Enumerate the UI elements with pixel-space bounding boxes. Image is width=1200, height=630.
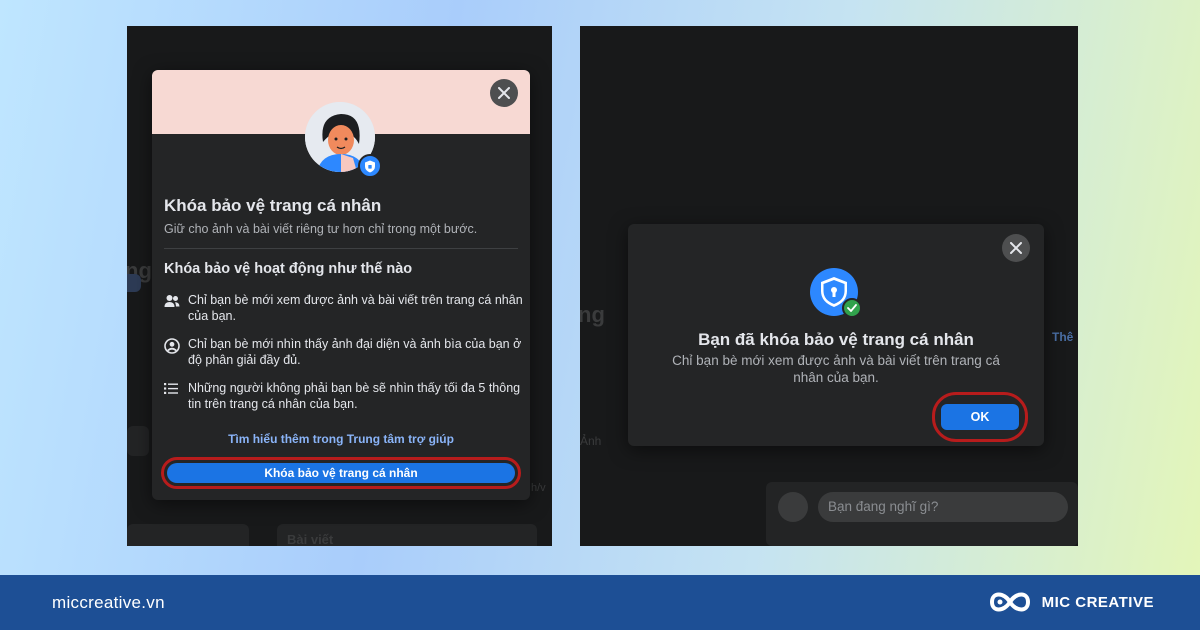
footer-bar: miccreative.vn MIC CREATIVE bbox=[0, 575, 1200, 630]
bg-side-card bbox=[127, 524, 249, 546]
feature-item: Những người không phải bạn bè sẽ nhìn th… bbox=[164, 380, 524, 412]
profile-lock-dialog: Khóa bảo vệ trang cá nhân Giữ cho ảnh và… bbox=[152, 70, 530, 500]
bg-tab-fragment: Thê bbox=[1052, 330, 1074, 344]
success-badge bbox=[842, 298, 862, 318]
bg-photos-fragment: Ảnh bbox=[580, 434, 602, 448]
shield-lock-icon bbox=[365, 160, 375, 172]
dialog-subtitle: Chỉ bạn bè mới xem được ảnh và bài viết … bbox=[672, 353, 1000, 385]
highlight-ring: OK bbox=[932, 392, 1028, 442]
left-screenshot: ng h/v Bài viết Khóa bảo vệ trang cá nhâ… bbox=[127, 26, 552, 546]
bg-composer-input: Bạn đang nghĩ gì? bbox=[818, 492, 1068, 522]
infinity-logo-icon bbox=[989, 592, 1030, 612]
checkmark-icon bbox=[847, 304, 857, 312]
bg-posts-label: Bài viết bbox=[287, 532, 334, 546]
bg-card bbox=[127, 426, 149, 456]
close-icon bbox=[498, 87, 510, 99]
divider bbox=[164, 248, 518, 249]
brand-name: MIC CREATIVE bbox=[1041, 593, 1154, 611]
bg-profile-name-fragment: ng bbox=[580, 302, 605, 327]
friends-icon bbox=[164, 295, 180, 307]
feature-text: Chỉ bạn bè mới xem được ảnh và bài viết … bbox=[188, 293, 523, 323]
profile-circle-icon bbox=[164, 338, 180, 354]
feature-text: Chỉ bạn bè mới nhìn thấy ảnh đại diện và… bbox=[188, 337, 522, 367]
profile-locked-dialog: Bạn đã khóa bảo vệ trang cá nhân Chỉ bạn… bbox=[628, 224, 1044, 446]
list-icon bbox=[164, 383, 178, 394]
dialog-title: Khóa bảo vệ trang cá nhân bbox=[164, 196, 382, 215]
lock-shield-badge bbox=[358, 154, 382, 178]
close-button[interactable] bbox=[1002, 234, 1030, 262]
feature-item: Chỉ bạn bè mới xem được ảnh và bài viết … bbox=[164, 292, 524, 324]
help-center-link[interactable]: Tìm hiểu thêm trong Trung tâm trợ giúp bbox=[152, 432, 530, 446]
bg-composer-avatar bbox=[778, 492, 808, 522]
how-it-works-heading: Khóa bảo vệ hoạt động như thế nào bbox=[164, 261, 413, 277]
close-icon bbox=[1010, 242, 1022, 254]
feature-item: Chỉ bạn bè mới nhìn thấy ảnh đại diện và… bbox=[164, 336, 524, 368]
website-url[interactable]: miccreative.vn bbox=[52, 593, 165, 613]
lock-profile-button[interactable]: Khóa bảo vệ trang cá nhân bbox=[167, 463, 515, 483]
highlight-ring: Khóa bảo vệ trang cá nhân bbox=[161, 457, 521, 489]
dialog-subtitle: Giữ cho ảnh và bài viết riêng tư hơn chỉ… bbox=[164, 222, 478, 236]
feature-text: Những người không phải bạn bè sẽ nhìn th… bbox=[188, 381, 521, 411]
bg-url-fragment: h/v bbox=[531, 482, 546, 494]
ok-button[interactable]: OK bbox=[941, 404, 1019, 430]
close-button[interactable] bbox=[490, 79, 518, 107]
dialog-title: Bạn đã khóa bảo vệ trang cá nhân bbox=[698, 330, 974, 349]
right-screenshot: ng Thê Ảnh Bạn đang nghĩ gì? Bạn đã khóa… bbox=[580, 26, 1078, 546]
bg-tab-chip bbox=[127, 274, 141, 292]
brand-logo: MIC CREATIVE bbox=[986, 588, 1154, 616]
